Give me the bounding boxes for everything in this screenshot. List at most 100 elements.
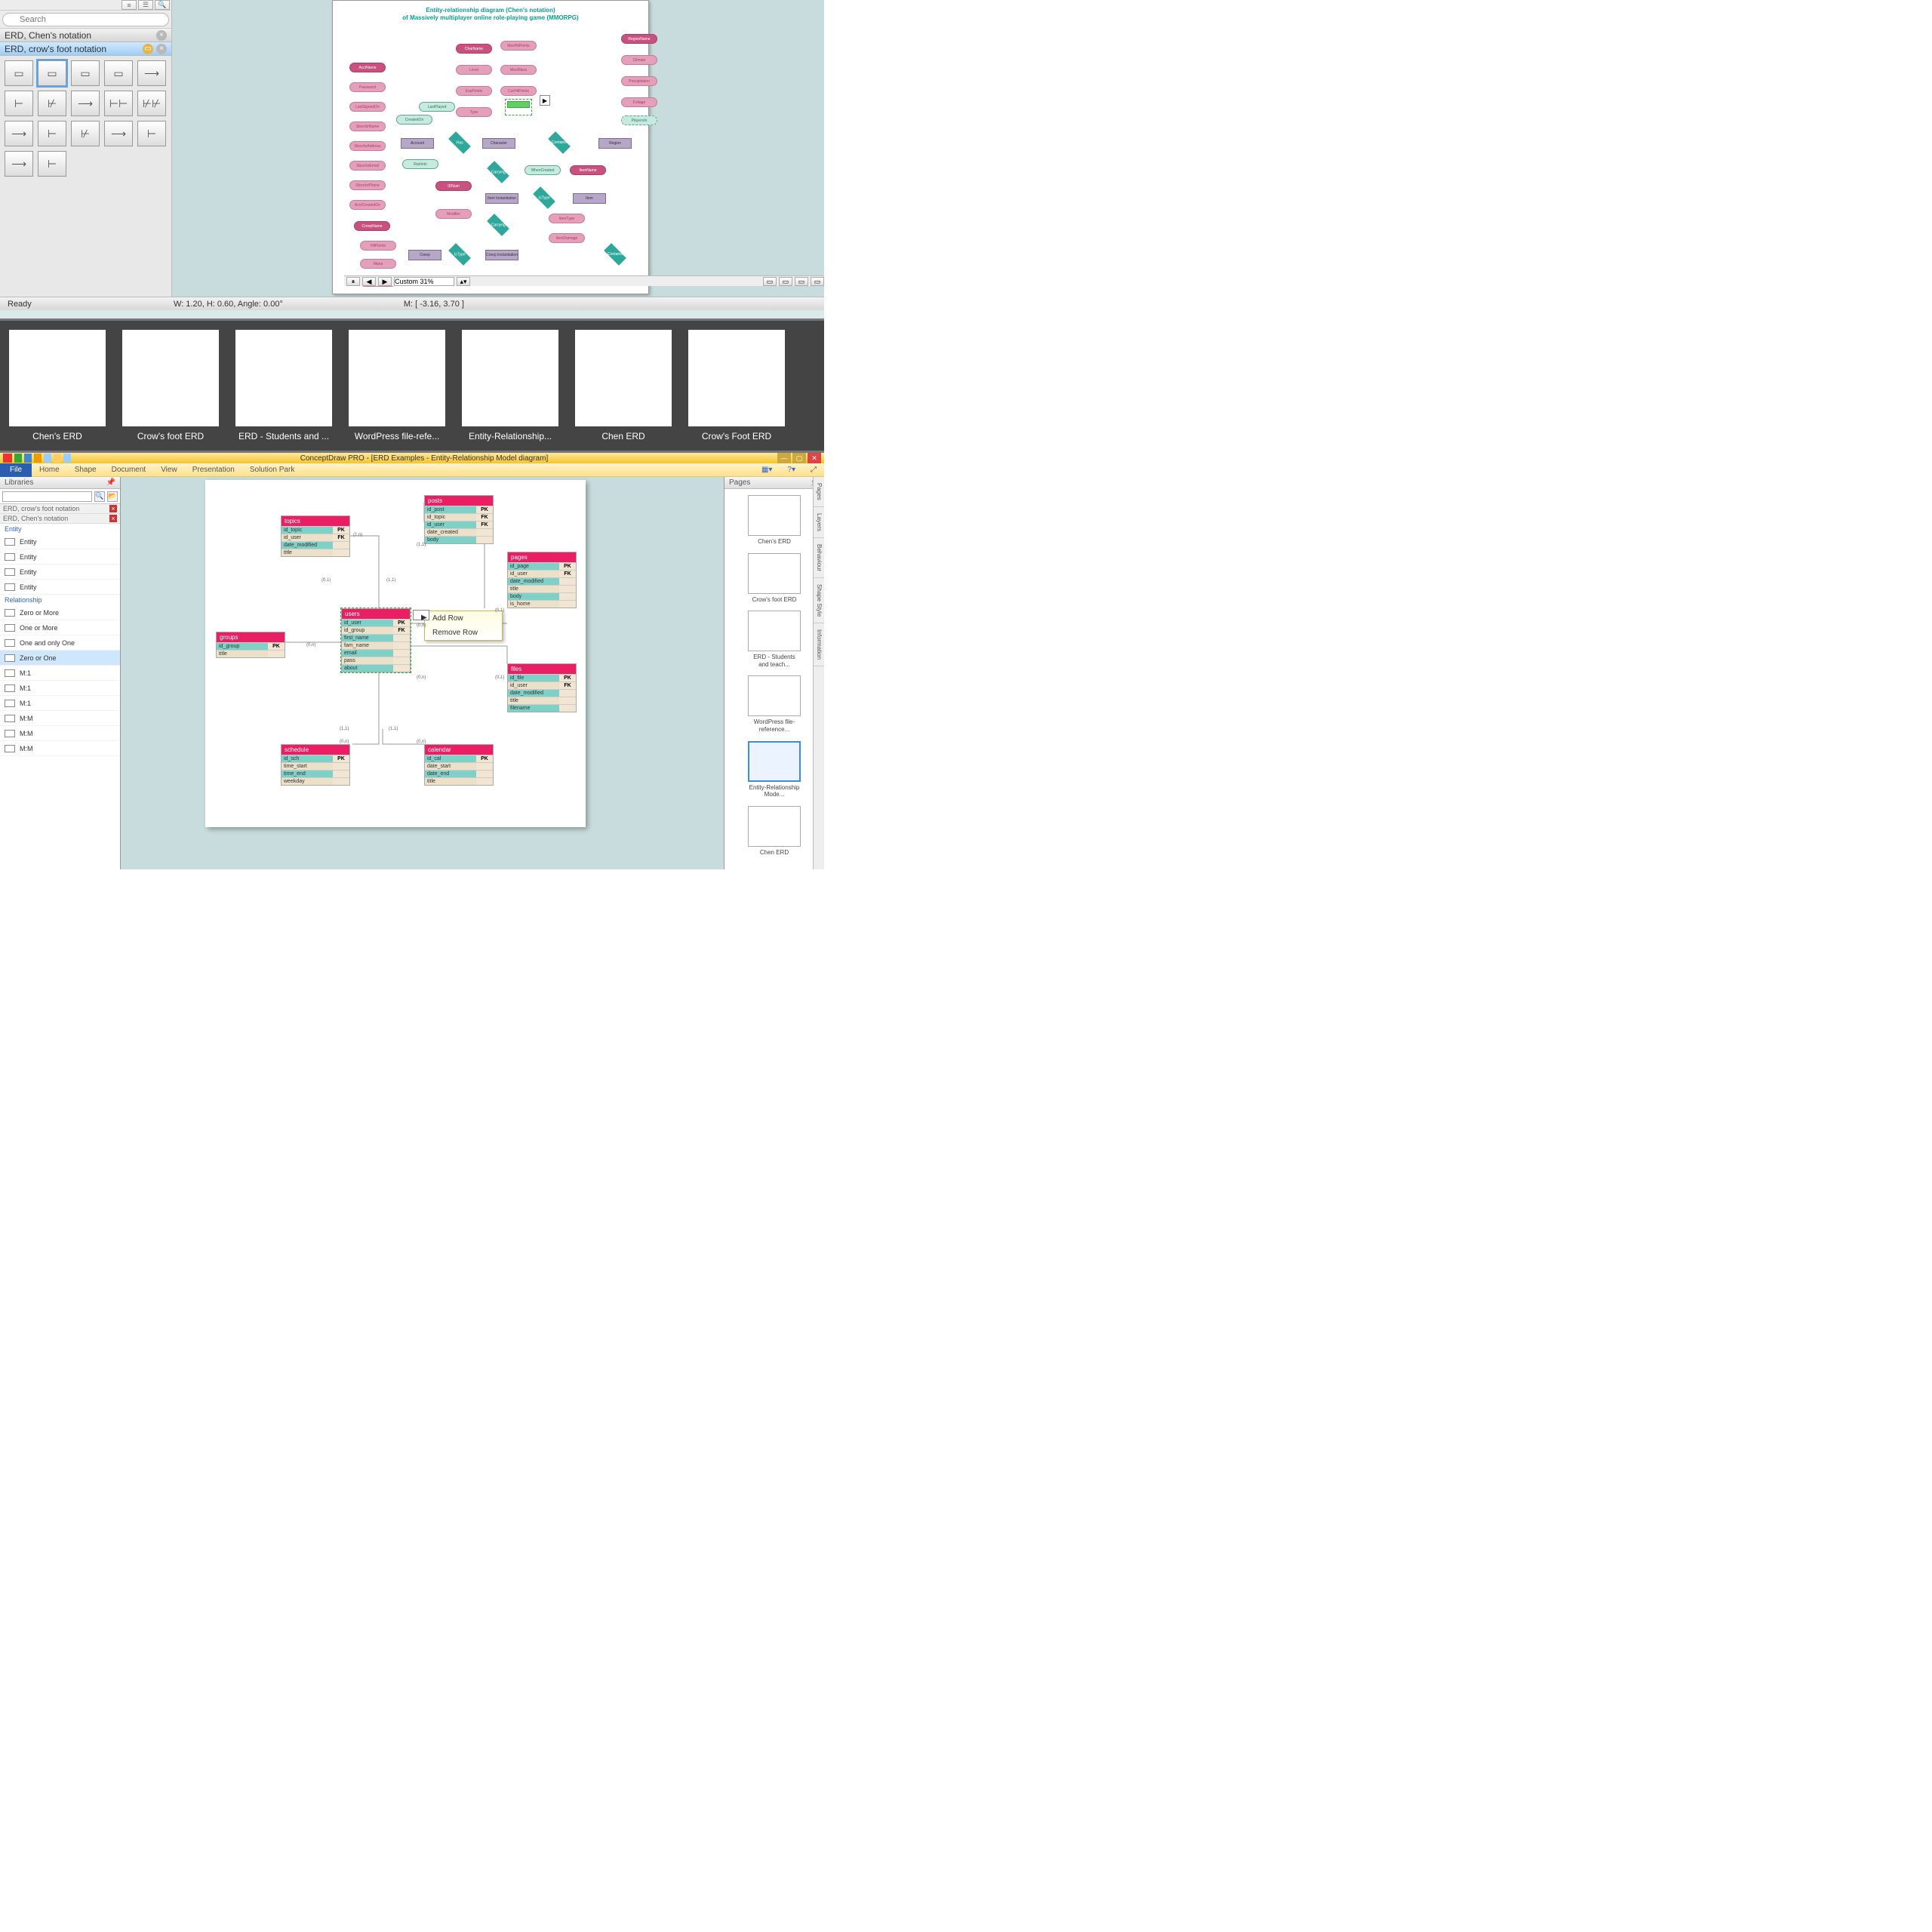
lib-search-input[interactable] bbox=[2, 491, 92, 502]
doc-icon[interactable]: ▦▾ bbox=[754, 466, 780, 474]
close-icon[interactable]: × bbox=[156, 44, 167, 54]
undo-icon[interactable] bbox=[24, 454, 32, 463]
shape-stencil[interactable]: ⊬⊬ bbox=[137, 91, 166, 116]
thumbnail[interactable]: WordPress file-refe... bbox=[349, 330, 445, 441]
next-icon[interactable]: ▶ bbox=[378, 277, 392, 286]
prev-icon[interactable]: ◀ bbox=[362, 277, 376, 286]
shape-stencil[interactable]: ⊬ bbox=[71, 121, 100, 146]
erd-attribute[interactable]: SbscrbrEmail bbox=[349, 161, 386, 171]
side-tab[interactable]: Pages bbox=[814, 477, 824, 507]
erd-attribute[interactable]: WhenCreated bbox=[525, 165, 561, 175]
library-item[interactable]: Entity bbox=[0, 549, 120, 565]
erd-attribute[interactable]: Foliage bbox=[621, 97, 657, 107]
play-button[interactable]: ▶ bbox=[540, 95, 550, 106]
shape-stencil[interactable]: ▭ bbox=[5, 60, 33, 86]
page-thumbnail[interactable]: Entity-Relationship Mode... bbox=[748, 741, 801, 798]
erd-attribute[interactable]: IDNum bbox=[435, 181, 472, 191]
thumbnail[interactable]: Crow's foot ERD bbox=[122, 330, 219, 441]
shape-stencil[interactable]: ▭ bbox=[104, 60, 133, 86]
erd-entity[interactable]: Item Instantiation bbox=[485, 193, 518, 204]
erd-entity[interactable]: Character bbox=[482, 138, 515, 149]
erd-attribute[interactable]: AcctName bbox=[349, 63, 386, 72]
shape-stencil[interactable]: ⊢ bbox=[38, 151, 66, 177]
erd-attribute[interactable]: ItemName bbox=[570, 165, 606, 175]
shape-stencil[interactable]: ⟶ bbox=[104, 121, 133, 146]
redo-icon[interactable] bbox=[34, 454, 42, 463]
erd-attribute[interactable]: ExpPoints bbox=[456, 86, 492, 96]
ribbon-tab[interactable]: Presentation bbox=[185, 466, 242, 474]
minimize-button[interactable]: — bbox=[777, 453, 791, 463]
erd-entity[interactable]: Item bbox=[573, 193, 606, 204]
library-item[interactable]: Zero or One bbox=[0, 651, 120, 666]
shape-stencil[interactable]: ⊢ bbox=[38, 121, 66, 146]
shape-stencil[interactable]: ⊢⊢ bbox=[104, 91, 133, 116]
print-icon[interactable] bbox=[63, 454, 71, 463]
thumbnail[interactable]: Chen's ERD bbox=[9, 330, 106, 441]
side-tab[interactable]: Shape Style bbox=[814, 578, 824, 623]
shape-stencil[interactable]: ⟶ bbox=[71, 91, 100, 116]
grid-icon[interactable]: ☰ bbox=[138, 0, 153, 10]
ribbon-tab[interactable]: View bbox=[153, 466, 185, 474]
erd-relationship[interactable]: Contains bbox=[548, 131, 571, 154]
erd-entity[interactable]: Creep Instantiation bbox=[485, 250, 518, 260]
shape-stencil[interactable]: ⊢ bbox=[5, 91, 33, 116]
library-item[interactable]: One and only One bbox=[0, 635, 120, 651]
page-thumbnail[interactable]: Crow's foot ERD bbox=[748, 553, 801, 604]
lib-chen-header[interactable]: ERD, Chen's notation× bbox=[0, 29, 171, 42]
shape-stencil[interactable]: ⟶ bbox=[5, 121, 33, 146]
erd-attribute[interactable]: Climate bbox=[621, 55, 657, 65]
erd-attribute[interactable]: ItemDamage bbox=[549, 233, 585, 243]
folder-icon[interactable]: 📂 bbox=[107, 491, 118, 502]
erd-attribute[interactable]: RegionName bbox=[621, 34, 657, 44]
page-thumbnail[interactable]: Chen ERD bbox=[748, 806, 801, 857]
library-item[interactable]: One or More bbox=[0, 620, 120, 635]
erd-attribute[interactable]: MaxMana bbox=[500, 65, 537, 75]
menu-remove-row[interactable]: Remove Row bbox=[425, 626, 502, 640]
search-icon[interactable]: 🔍 bbox=[155, 0, 170, 10]
search-icon[interactable]: 🔍 bbox=[94, 491, 105, 502]
erd-attribute[interactable]: LastSignedOn bbox=[349, 102, 386, 112]
shape-stencil[interactable]: ⊬ bbox=[38, 91, 66, 116]
help-icon[interactable]: ?▾ bbox=[780, 466, 803, 474]
erd-attribute[interactable]: CurHitPoints bbox=[500, 86, 537, 96]
page-thumbnail[interactable]: ERD - Students and teach... bbox=[748, 611, 801, 668]
shape-stencil[interactable]: ⊢ bbox=[137, 121, 166, 146]
save-icon[interactable] bbox=[14, 454, 22, 463]
ribbon-tab[interactable]: Shape bbox=[67, 466, 104, 474]
erd-relationship[interactable]: Carrying bbox=[487, 161, 509, 183]
library-item[interactable]: Zero or More bbox=[0, 605, 120, 620]
maximize-button[interactable]: ▢ bbox=[792, 453, 806, 463]
library-item[interactable]: M:1 bbox=[0, 696, 120, 711]
thumbnail[interactable]: Entity-Relationship... bbox=[462, 330, 558, 441]
close-button[interactable]: ✕ bbox=[808, 453, 821, 463]
erd-attribute[interactable]: SbscrbrAddress bbox=[349, 141, 386, 151]
erd-attribute[interactable]: LastPlayed bbox=[419, 102, 455, 112]
erd-attribute[interactable]: Type bbox=[456, 107, 492, 117]
library-item[interactable]: M:M bbox=[0, 741, 120, 756]
library-item[interactable]: Entity bbox=[0, 534, 120, 549]
menu-add-row[interactable]: Add Row bbox=[425, 611, 502, 626]
erd-attribute[interactable]: CreepName bbox=[354, 221, 390, 231]
erd-table[interactable]: scheduleid_schPKtime_starttime_endweekda… bbox=[281, 744, 350, 786]
side-tab[interactable]: Behaviour bbox=[814, 538, 824, 578]
erd-relationship[interactable]: IsType bbox=[533, 186, 555, 209]
file-tab[interactable]: File bbox=[0, 463, 32, 477]
pause-icon[interactable]: ⏸ bbox=[346, 277, 360, 286]
erd-attribute[interactable]: Mana bbox=[360, 259, 396, 269]
zoom-input[interactable] bbox=[394, 277, 454, 286]
erd-attribute[interactable]: MaxHitPoints bbox=[500, 41, 537, 51]
erd-table[interactable]: groupsid_groupPKtitle bbox=[216, 632, 285, 658]
lib-crows-header[interactable]: ERD, crow's foot notation▭× bbox=[0, 42, 171, 56]
stepper-icon[interactable]: ▴▾ bbox=[457, 277, 470, 286]
library-item[interactable]: Entity bbox=[0, 565, 120, 580]
page-thumbnail[interactable]: WordPress file-reference... bbox=[748, 675, 801, 733]
selected-shape[interactable] bbox=[505, 99, 532, 115]
library-item[interactable]: M:1 bbox=[0, 666, 120, 681]
erd-attribute[interactable]: PlayersIn bbox=[621, 115, 657, 125]
erd-relationship[interactable]: Has bbox=[448, 131, 471, 154]
thumbnail[interactable]: Chen ERD bbox=[575, 330, 672, 441]
erd-table[interactable]: filesid_filePKid_userFKdate_modifiedtitl… bbox=[507, 663, 577, 712]
expand-icon[interactable]: ⤢ bbox=[803, 466, 824, 474]
new-icon[interactable] bbox=[44, 454, 51, 463]
detach-icon[interactable]: ▭ bbox=[143, 44, 153, 54]
